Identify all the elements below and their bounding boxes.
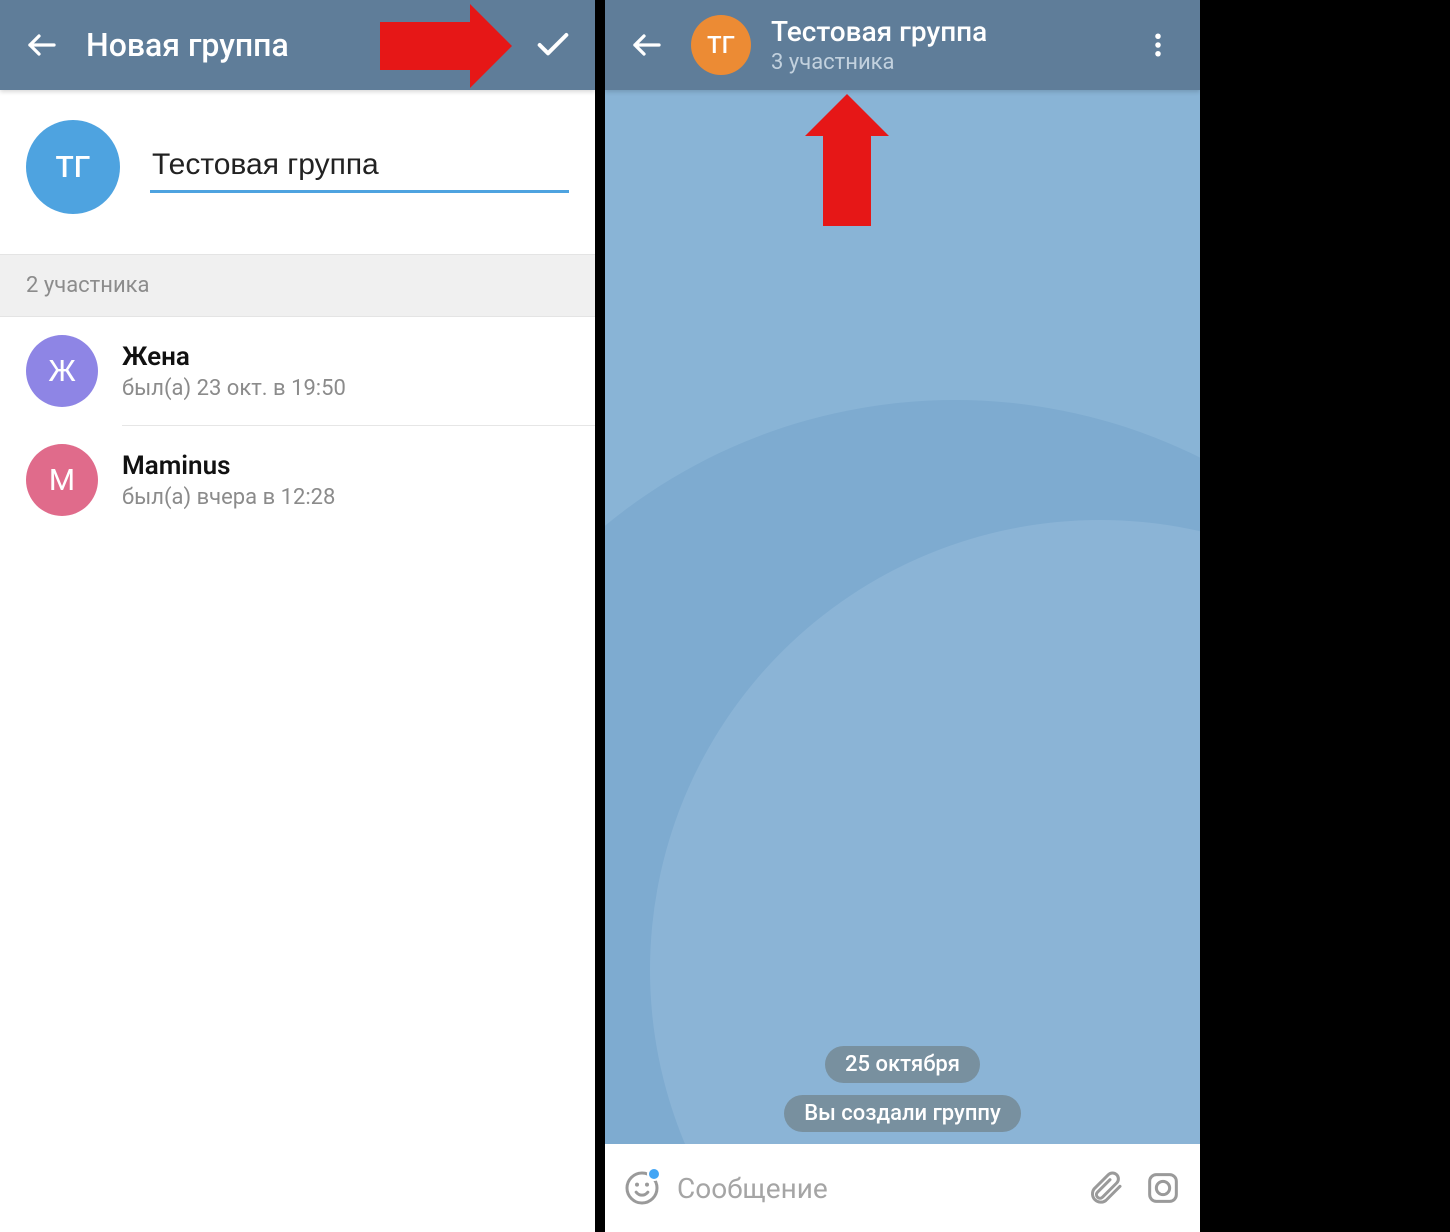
back-button[interactable] bbox=[623, 21, 671, 69]
system-messages: 25 октября Вы создали группу bbox=[605, 1046, 1200, 1132]
check-icon bbox=[533, 25, 573, 65]
group-name-input[interactable] bbox=[150, 142, 569, 193]
member-text: Жена был(а) 23 окт. в 19:50 bbox=[122, 342, 346, 401]
annotation-arrow-up bbox=[805, 94, 889, 226]
date-pill: 25 октября bbox=[825, 1046, 980, 1083]
back-arrow-icon bbox=[629, 27, 665, 63]
chat-avatar[interactable]: ТГ bbox=[691, 15, 751, 75]
chat-screen: ТГ Тестовая группа 3 участника 25 октябр… bbox=[605, 0, 1200, 1232]
member-text: Maminus был(а) вчера в 12:28 bbox=[122, 451, 335, 510]
member-name: Maminus bbox=[122, 451, 335, 481]
new-group-screen: Новая группа ТГ 2 участника ЖЖенабыл(а) … bbox=[0, 0, 595, 1232]
member-name: Жена bbox=[122, 342, 346, 372]
group-name-row: ТГ bbox=[0, 90, 595, 254]
right-header: ТГ Тестовая группа 3 участника bbox=[605, 0, 1200, 90]
attach-button[interactable] bbox=[1082, 1165, 1128, 1211]
sticker-button[interactable] bbox=[619, 1165, 665, 1211]
attach-icon bbox=[1085, 1168, 1125, 1208]
confirm-button[interactable] bbox=[529, 21, 577, 69]
member-row[interactable]: М Maminus был(а) вчера в 12:28 bbox=[0, 426, 595, 534]
chat-title: Тестовая группа bbox=[771, 15, 1114, 48]
chat-header-info[interactable]: Тестовая группа 3 участника bbox=[771, 15, 1114, 75]
chat-body[interactable]: 25 октября Вы создали группу bbox=[605, 90, 1200, 1144]
member-row[interactable]: Ж Жена был(а) 23 окт. в 19:50 bbox=[0, 317, 595, 425]
group-avatar-initials: ТГ bbox=[56, 150, 91, 185]
back-button[interactable] bbox=[18, 21, 66, 69]
message-input[interactable]: Сообщение bbox=[677, 1172, 1070, 1205]
member-status: был(а) вчера в 12:28 bbox=[122, 485, 335, 510]
member-avatar: М bbox=[26, 444, 98, 516]
sticker-badge-dot bbox=[647, 1167, 661, 1181]
members-list: Ж Жена был(а) 23 окт. в 19:50 М Maminus был(а… bbox=[0, 317, 595, 534]
member-avatar: Ж bbox=[26, 335, 98, 407]
annotation-arrow-right bbox=[380, 4, 512, 88]
group-name-input-wrap bbox=[150, 142, 569, 193]
more-vert-icon bbox=[1143, 30, 1173, 60]
message-composer: Сообщение bbox=[605, 1144, 1200, 1232]
group-avatar[interactable]: ТГ bbox=[26, 120, 120, 214]
mic-button[interactable] bbox=[1140, 1165, 1186, 1211]
back-arrow-icon bbox=[24, 27, 60, 63]
mic-icon bbox=[1143, 1168, 1183, 1208]
member-status: был(а) 23 окт. в 19:50 bbox=[122, 376, 346, 401]
system-pill: Вы создали группу bbox=[784, 1095, 1021, 1132]
more-button[interactable] bbox=[1134, 21, 1182, 69]
chat-subtitle: 3 участника bbox=[771, 50, 1114, 75]
chat-avatar-initials: ТГ bbox=[707, 31, 735, 59]
members-count-label: 2 участника bbox=[0, 254, 595, 317]
pane-divider bbox=[595, 0, 605, 1232]
